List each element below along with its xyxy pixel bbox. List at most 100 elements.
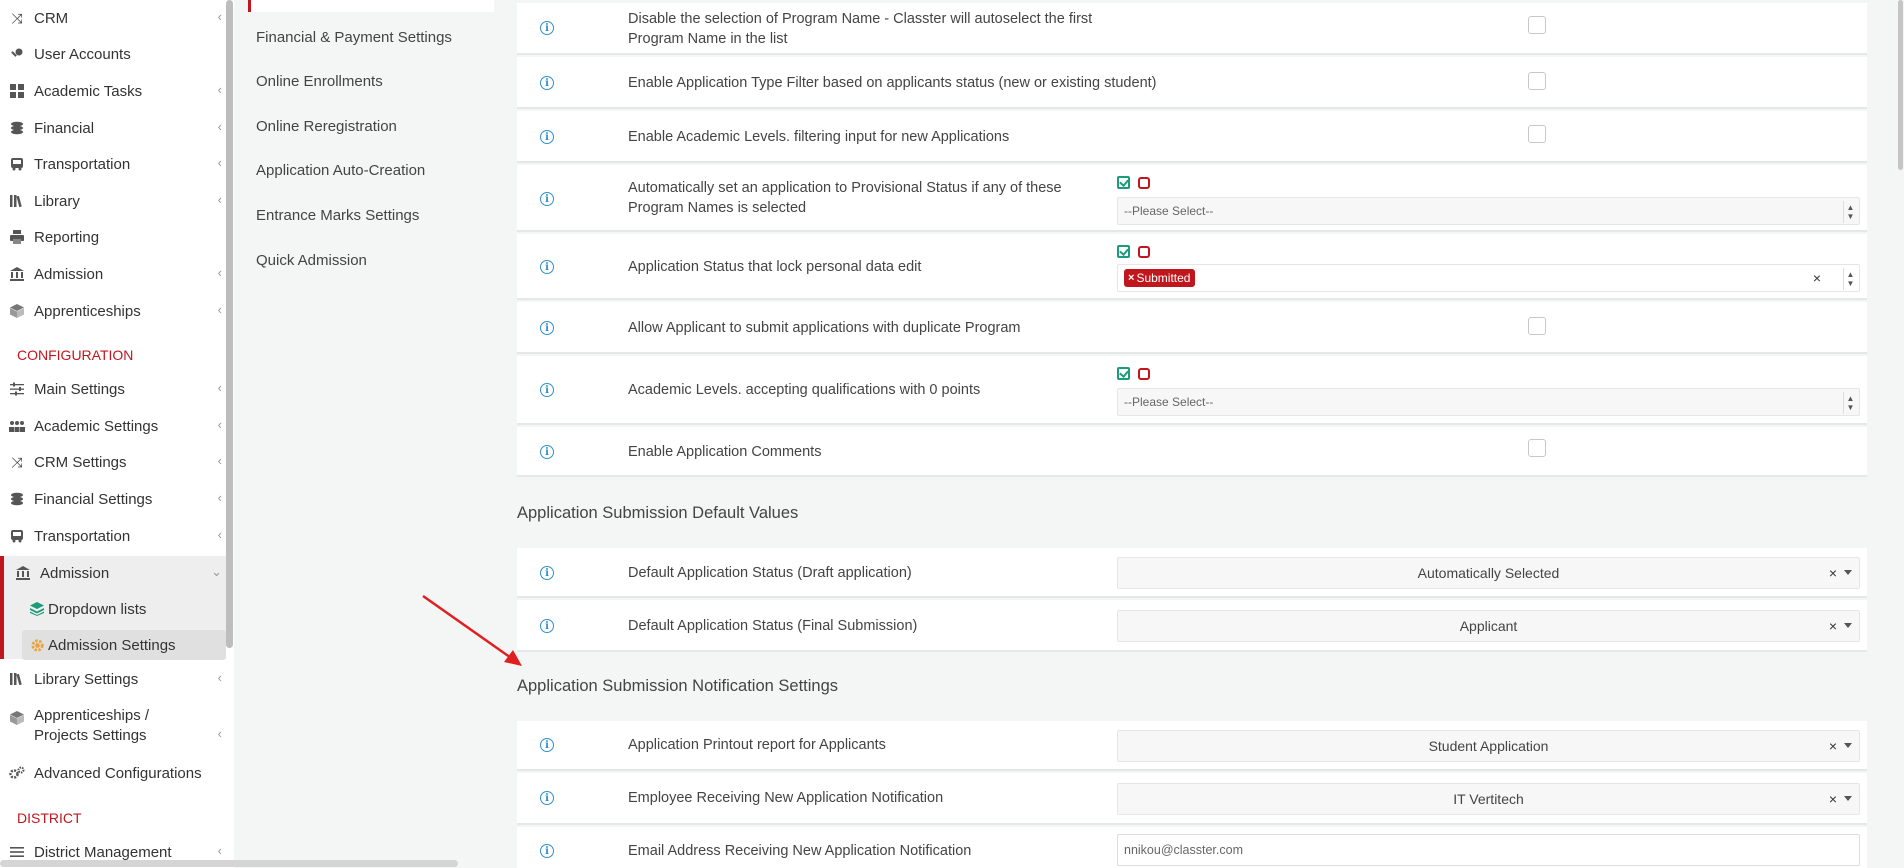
caret-down-icon[interactable]: [1844, 623, 1852, 628]
setting-row: i Enable Application Type Filter based o…: [517, 57, 1867, 109]
subnav-link-application-auto-creation[interactable]: Application Auto-Creation: [256, 162, 425, 179]
select-all-icon[interactable]: [1117, 245, 1130, 258]
sidebar-item-main-settings[interactable]: Main Settings ‹: [0, 372, 226, 406]
sidebar-item-library[interactable]: Library ‹: [0, 184, 226, 218]
selected-tag[interactable]: × Submitted: [1124, 269, 1196, 287]
sidebar-item-financial-settings[interactable]: Financial Settings ‹: [0, 482, 226, 516]
info-icon[interactable]: i: [540, 619, 554, 633]
info-icon[interactable]: i: [540, 383, 554, 397]
sidebar-item-label: User Accounts: [34, 45, 131, 63]
crm-icon: ⤨: [11, 453, 23, 470]
chevron-down-icon: ⌄: [211, 564, 222, 579]
clear-selection-icon[interactable]: ×: [1813, 270, 1821, 286]
sidebar-item-crm-settings[interactable]: ⤨ CRM Settings ‹: [0, 445, 226, 479]
clear-icon[interactable]: ×: [1829, 738, 1837, 754]
setting-checkbox[interactable]: [1528, 439, 1546, 457]
spin-up-icon: ▲: [1846, 270, 1855, 279]
deselect-all-icon[interactable]: [1138, 368, 1150, 380]
subnav-link-online-enrollments[interactable]: Online Enrollments: [256, 73, 383, 90]
sidebar-item-admission[interactable]: Admission ‹: [0, 257, 226, 291]
deselect-all-icon[interactable]: [1138, 177, 1150, 189]
caret-down-icon[interactable]: [1844, 743, 1852, 748]
setting-checkbox[interactable]: [1528, 125, 1546, 143]
annotation-arrow: [422, 594, 522, 666]
info-icon[interactable]: i: [540, 21, 554, 35]
lock-status-multiselect[interactable]: × Submitted × ▲ ▼: [1117, 264, 1860, 292]
spin-up-icon: ▲: [1846, 203, 1855, 212]
clear-icon[interactable]: ×: [1829, 618, 1837, 634]
info-icon[interactable]: i: [540, 445, 554, 459]
info-icon[interactable]: i: [540, 321, 554, 335]
sidebar-item-financial[interactable]: Financial ‹: [0, 111, 226, 145]
sidebar-item-advanced-configurations[interactable]: Advanced Configurations: [0, 756, 226, 790]
sidebar-item-label: Academic Tasks: [34, 82, 143, 100]
info-icon[interactable]: i: [540, 76, 554, 90]
spinner-control[interactable]: ▲ ▼: [1843, 392, 1857, 414]
sidebar-item-transportation[interactable]: Transportation ‹: [0, 147, 226, 181]
tag-remove-icon[interactable]: ×: [1128, 272, 1134, 284]
grid-icon: [8, 82, 26, 100]
sidebar-item-crm[interactable]: ⤨ CRM ‹: [0, 1, 226, 35]
spinner-control[interactable]: ▲ ▼: [1843, 268, 1857, 290]
caret-down-icon[interactable]: [1844, 796, 1852, 801]
sidebar-scrollbar[interactable]: [226, 0, 233, 648]
sub-item-label: Admission Settings: [48, 636, 176, 654]
chevron-left-icon: ‹: [217, 417, 222, 432]
crm-icon: ⤨: [11, 9, 23, 26]
info-icon[interactable]: i: [540, 844, 554, 858]
sidebar-item-apprenticeships-settings[interactable]: Apprenticeships / Projects Settings ‹: [0, 706, 222, 750]
academic-levels-multiselect[interactable]: --Please Select-- ▲ ▼: [1117, 388, 1860, 416]
coins-icon: [8, 119, 26, 137]
sidebar-item-transportation-settings[interactable]: Transportation ‹: [0, 519, 226, 553]
setting-row: i Application Printout report for Applic…: [517, 721, 1867, 771]
sidebar-item-academic-tasks[interactable]: Academic Tasks ‹: [0, 74, 226, 108]
sidebar-item-admission-config[interactable]: Admission ⌄: [4, 556, 226, 590]
main-scrollbar[interactable]: [1898, 0, 1903, 170]
sidebar-item-label: Financial: [34, 119, 95, 137]
sidebar-item-reporting[interactable]: Reporting: [0, 220, 226, 254]
setting-checkbox[interactable]: [1528, 72, 1546, 90]
sidebar-item-apprenticeships[interactable]: Apprenticeships ‹: [0, 294, 226, 328]
program-names-multiselect[interactable]: --Please Select-- ▲ ▼: [1117, 197, 1860, 225]
sidebar-item-user-accounts[interactable]: User Accounts: [0, 37, 226, 71]
info-icon[interactable]: i: [540, 791, 554, 805]
sidebar: ⤨ CRM ‹ User Accounts Academic Tasks ‹ F…: [0, 0, 234, 868]
setting-row: i Allow Applicant to submit applications…: [517, 302, 1867, 354]
setting-checkbox[interactable]: [1528, 317, 1546, 335]
sidebar-item-library-settings[interactable]: Library Settings ‹: [0, 662, 226, 696]
clear-icon[interactable]: ×: [1829, 791, 1837, 807]
chevron-left-icon: ‹: [217, 265, 222, 280]
sidebar-item-academic-settings[interactable]: Academic Settings ‹: [0, 409, 226, 443]
employee-notification-select[interactable]: IT Vertitech ×: [1117, 783, 1860, 815]
info-icon[interactable]: i: [540, 192, 554, 206]
caret-down-icon[interactable]: [1844, 570, 1852, 575]
gears-icon: [8, 764, 26, 782]
clear-icon[interactable]: ×: [1829, 565, 1837, 581]
subnav-link-financial-payment[interactable]: Financial & Payment Settings: [256, 29, 452, 46]
deselect-all-icon[interactable]: [1138, 246, 1150, 258]
subnav-link-online-reregistration[interactable]: Online Reregistration: [256, 118, 397, 135]
key-icon: [8, 45, 26, 63]
settings-subnav: Financial & Payment Settings Online Enro…: [234, 0, 494, 868]
select-all-icon[interactable]: [1117, 176, 1130, 189]
spinner-control[interactable]: ▲ ▼: [1843, 201, 1857, 223]
info-icon[interactable]: i: [540, 566, 554, 580]
printout-report-select[interactable]: Student Application ×: [1117, 730, 1860, 762]
horizontal-scrollbar[interactable]: [0, 860, 458, 867]
subnav-link-quick-admission[interactable]: Quick Admission: [256, 252, 367, 269]
info-icon[interactable]: i: [540, 130, 554, 144]
notification-email-input[interactable]: nnikou@classter.com: [1117, 834, 1860, 866]
district-heading: DISTRICT: [17, 810, 82, 826]
coins-icon: [8, 490, 26, 508]
final-status-select[interactable]: Applicant ×: [1117, 610, 1860, 642]
subnav-link-entrance-marks[interactable]: Entrance Marks Settings: [256, 207, 419, 224]
sidebar-item-label: Reporting: [34, 228, 100, 246]
info-icon[interactable]: i: [540, 738, 554, 752]
sidebar-item-admission-settings[interactable]: Admission Settings: [22, 630, 226, 660]
draft-status-select[interactable]: Automatically Selected ×: [1117, 557, 1860, 589]
sidebar-item-dropdown-lists[interactable]: Dropdown lists: [22, 594, 226, 624]
info-icon[interactable]: i: [540, 260, 554, 274]
select-all-icon[interactable]: [1117, 367, 1130, 380]
setting-checkbox[interactable]: [1528, 16, 1546, 34]
setting-label: Enable Academic Levels. filtering input …: [628, 129, 1010, 145]
